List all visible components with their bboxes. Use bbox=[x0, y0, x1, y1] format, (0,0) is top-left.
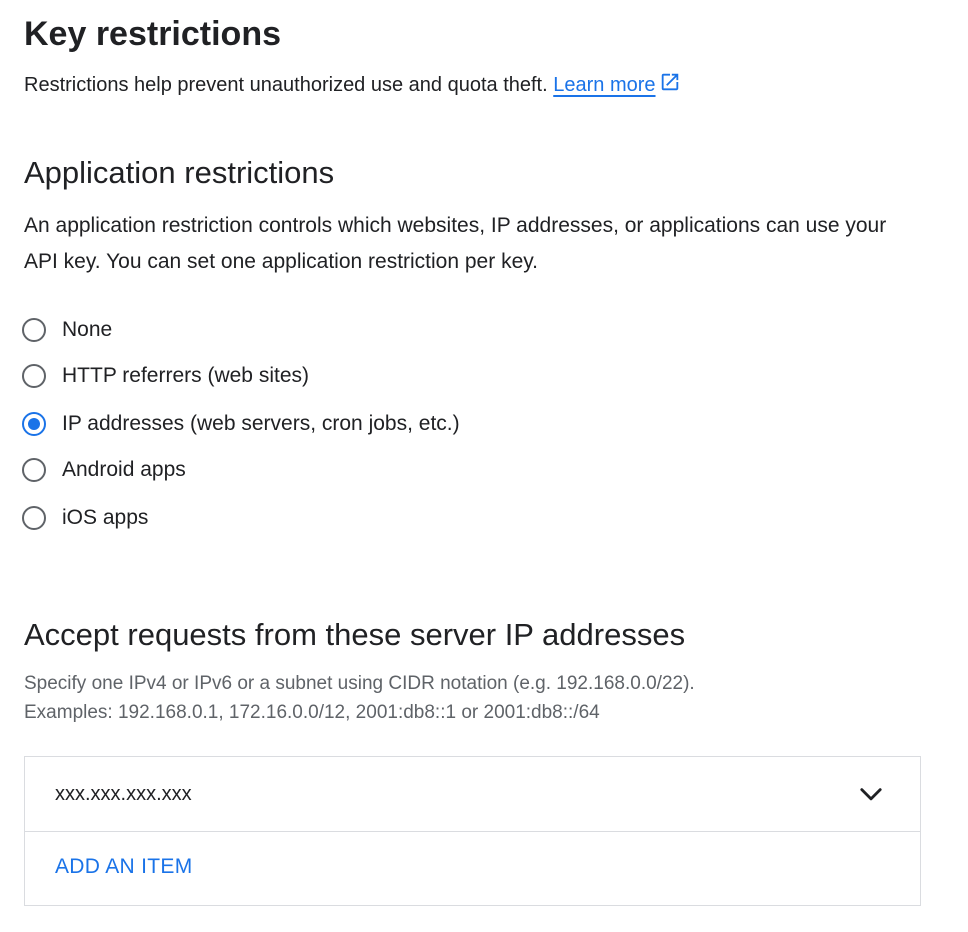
key-restrictions-description: Restrictions help prevent unauthorized u… bbox=[24, 70, 681, 100]
ip-section-title: Accept requests from these server IP add… bbox=[24, 617, 686, 652]
ip-hint-line-1: Specify one IPv4 or IPv6 or a subnet usi… bbox=[24, 673, 695, 694]
learn-more-link[interactable]: Learn more bbox=[553, 74, 655, 96]
radio-option-ip-addresses[interactable]: IP addresses (web servers, cron jobs, et… bbox=[22, 406, 460, 442]
ip-address-value: xxx.xxx.xxx.xxx bbox=[55, 783, 192, 805]
ip-address-item[interactable]: xxx.xxx.xxx.xxx bbox=[25, 757, 920, 832]
radio-label: None bbox=[62, 318, 113, 341]
radio-option-http-referrers[interactable]: HTTP referrers (web sites) bbox=[22, 358, 309, 394]
radio-button[interactable] bbox=[22, 506, 46, 530]
ip-address-list: xxx.xxx.xxx.xxx ADD AN ITEM bbox=[24, 756, 921, 906]
radio-label: Android apps bbox=[62, 458, 186, 481]
radio-option-none[interactable]: None bbox=[22, 312, 112, 348]
application-restrictions-description: An application restriction controls whic… bbox=[24, 214, 887, 273]
chevron-down-icon[interactable] bbox=[858, 781, 884, 807]
radio-button-selected[interactable] bbox=[22, 412, 46, 436]
radio-label: iOS apps bbox=[62, 506, 149, 529]
key-restrictions-description-text: Restrictions help prevent unauthorized u… bbox=[24, 74, 548, 96]
radio-button[interactable] bbox=[22, 364, 46, 388]
radio-option-android-apps[interactable]: Android apps bbox=[22, 452, 186, 488]
radio-label: HTTP referrers (web sites) bbox=[62, 364, 309, 387]
ip-section-hint: Specify one IPv4 or IPv6 or a subnet usi… bbox=[24, 669, 695, 727]
radio-label: IP addresses (web servers, cron jobs, et… bbox=[62, 412, 460, 435]
ip-hint-line-2: Examples: 192.168.0.1, 172.16.0.0/12, 20… bbox=[24, 702, 600, 723]
application-restrictions-title: Application restrictions bbox=[24, 155, 335, 190]
open-in-new-icon[interactable] bbox=[659, 71, 681, 93]
key-restrictions-title: Key restrictions bbox=[24, 15, 281, 53]
radio-button[interactable] bbox=[22, 458, 46, 482]
radio-button[interactable] bbox=[22, 318, 46, 342]
radio-option-ios-apps[interactable]: iOS apps bbox=[22, 500, 148, 536]
add-an-item-button[interactable]: ADD AN ITEM bbox=[55, 852, 192, 882]
